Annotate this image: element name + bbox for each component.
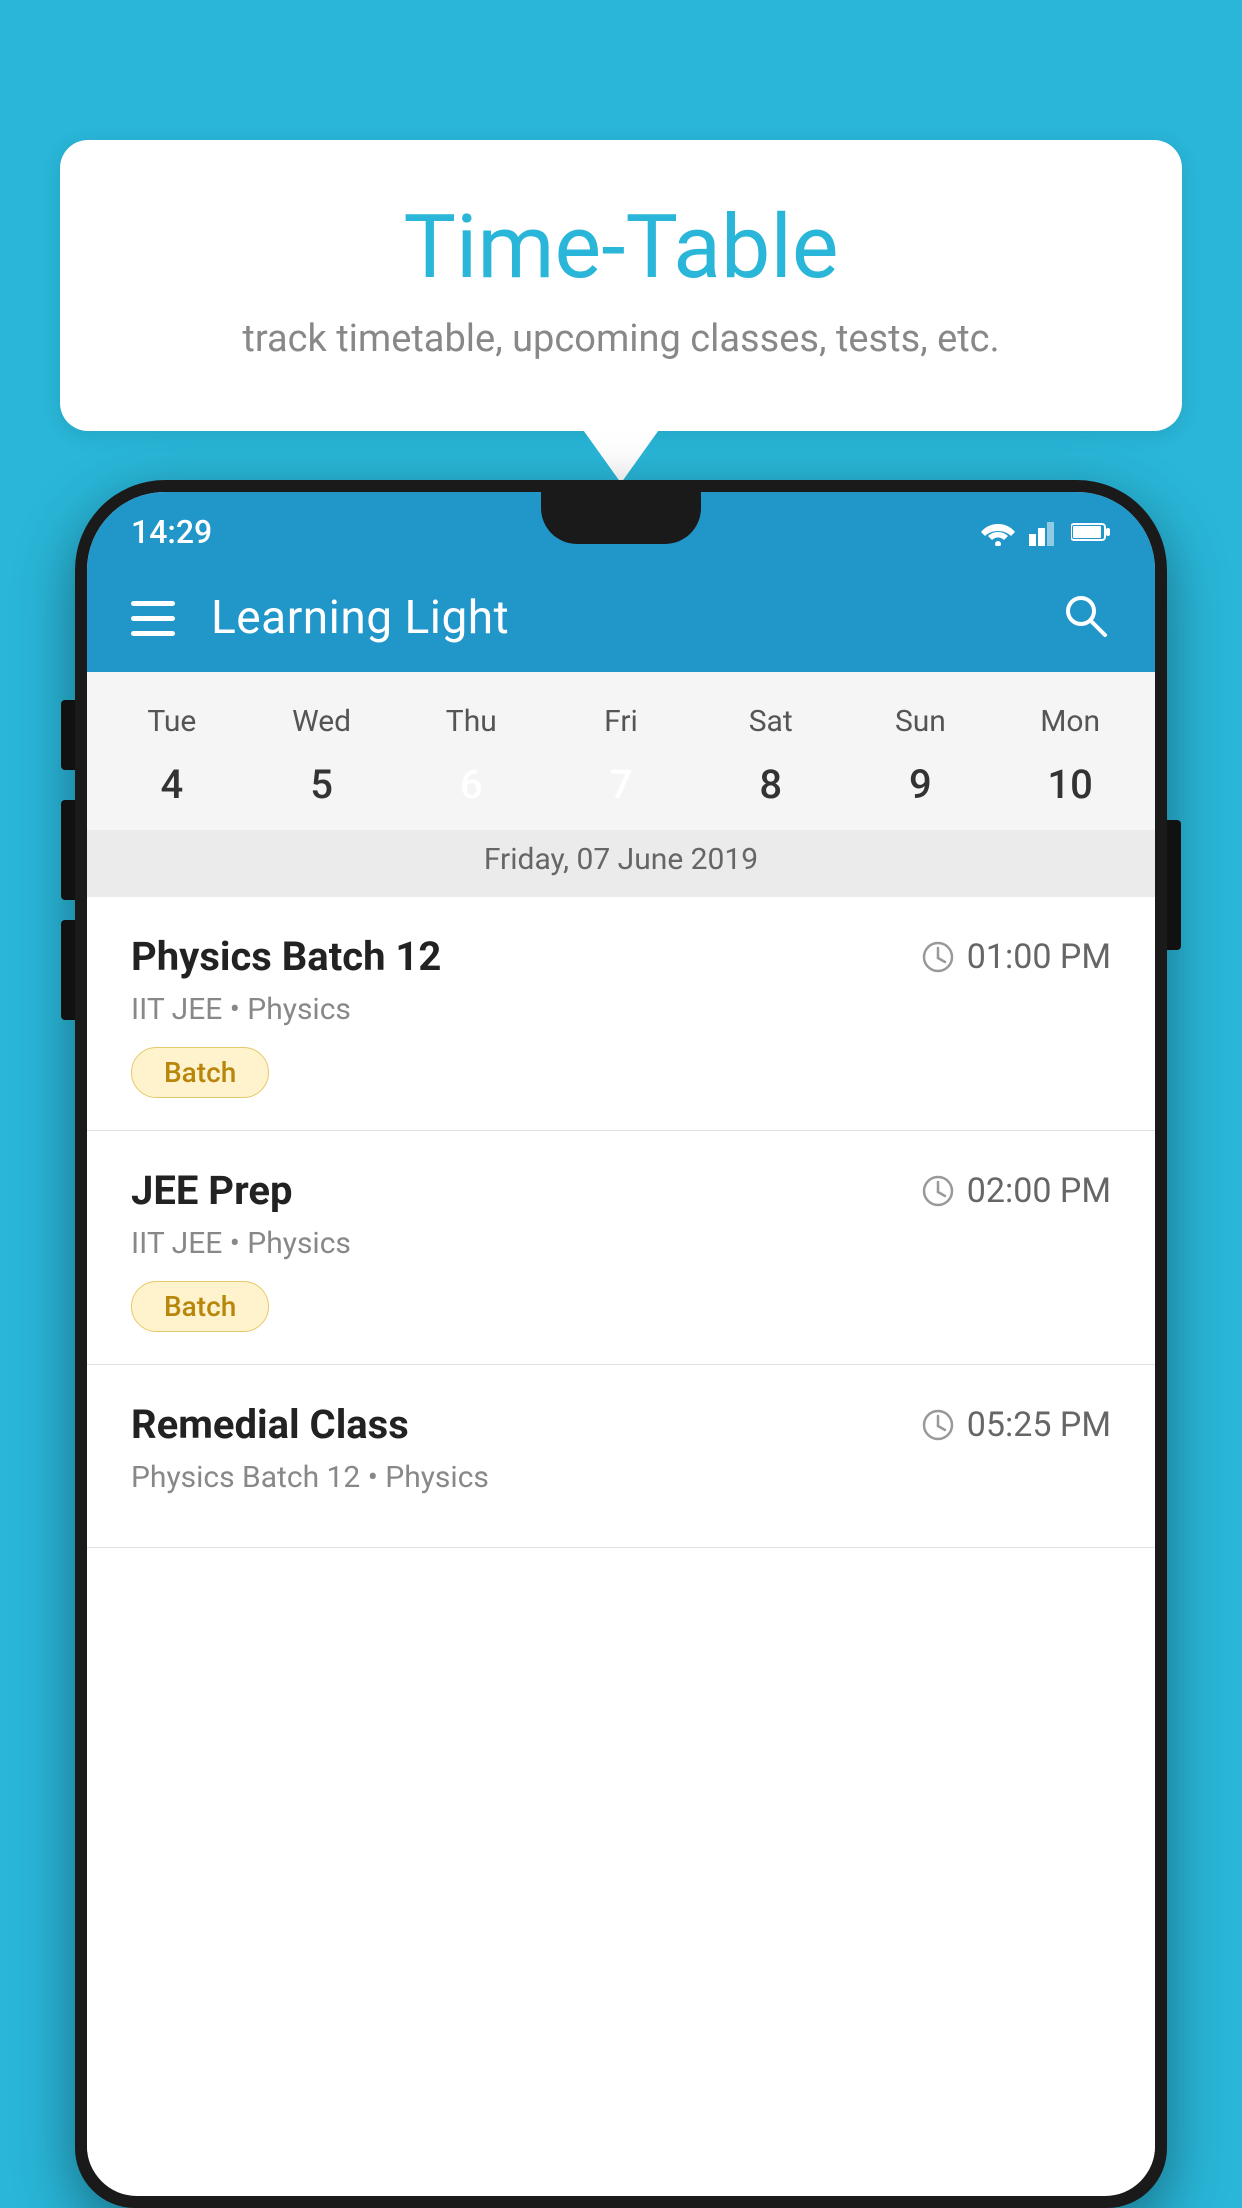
phone-notch — [541, 492, 701, 544]
batch-badge-2: Batch — [131, 1281, 269, 1332]
day-4[interactable]: 4 — [97, 751, 247, 818]
day-label-sat: Sat — [696, 692, 846, 751]
schedule-item-2-header: JEE Prep 02:00 PM — [131, 1167, 1111, 1214]
phone-volume-up-btn — [61, 700, 75, 770]
day-9[interactable]: 9 — [846, 751, 996, 818]
day-10[interactable]: 10 — [995, 751, 1145, 818]
phone-volume-down-btn — [61, 800, 75, 900]
schedule-item-2[interactable]: JEE Prep 02:00 PM IIT JEE • Physics Batc… — [87, 1131, 1155, 1365]
hamburger-menu-button[interactable] — [131, 601, 175, 636]
signal-icon — [1029, 518, 1059, 546]
schedule-time-2: 02:00 PM — [921, 1171, 1111, 1211]
schedule-subtitle-3: Physics Batch 12 • Physics — [131, 1460, 1111, 1495]
schedule-item-3[interactable]: Remedial Class 05:25 PM Physics Batch 12… — [87, 1365, 1155, 1548]
battery-icon — [1071, 522, 1111, 542]
calendar-header: Tue Wed Thu Fri Sat Sun Mon 4 5 6 7 8 9 … — [87, 672, 1155, 897]
schedule-time-text-1: 01:00 PM — [967, 937, 1111, 977]
phone-power-btn — [1167, 820, 1181, 950]
schedule-time-text-2: 02:00 PM — [967, 1171, 1111, 1211]
bubble-subtitle: track timetable, upcoming classes, tests… — [140, 317, 1102, 361]
clock-icon-1 — [921, 940, 955, 974]
selected-date-label: Friday, 07 June 2019 — [87, 830, 1155, 897]
schedule-item-1[interactable]: Physics Batch 12 01:00 PM IIT JEE • Phys… — [87, 897, 1155, 1131]
schedule-time-text-3: 05:25 PM — [967, 1405, 1111, 1445]
phone-screen: 14:29 — [87, 492, 1155, 2196]
phone-silent-btn — [61, 920, 75, 1020]
schedule-subtitle-1: IIT JEE • Physics — [131, 992, 1111, 1027]
app-title: Learning Light — [211, 591, 1025, 645]
clock-icon-2 — [921, 1174, 955, 1208]
day-labels: Tue Wed Thu Fri Sat Sun Mon — [87, 692, 1155, 751]
status-time: 14:29 — [131, 505, 212, 551]
status-icons — [979, 510, 1111, 546]
schedule-container: Physics Batch 12 01:00 PM IIT JEE • Phys… — [87, 897, 1155, 2171]
day-8[interactable]: 8 — [696, 751, 846, 818]
day-label-wed: Wed — [247, 692, 397, 751]
batch-badge-1: Batch — [131, 1047, 269, 1098]
day-label-mon: Mon — [995, 692, 1145, 751]
day-numbers: 4 5 6 7 8 9 10 — [87, 751, 1155, 830]
speech-bubble-section: Time-Table track timetable, upcoming cla… — [60, 140, 1182, 431]
schedule-time-1: 01:00 PM — [921, 937, 1111, 977]
schedule-item-3-header: Remedial Class 05:25 PM — [131, 1401, 1111, 1448]
schedule-item-1-header: Physics Batch 12 01:00 PM — [131, 933, 1111, 980]
day-label-tue: Tue — [97, 692, 247, 751]
day-label-sun: Sun — [846, 692, 996, 751]
clock-icon-3 — [921, 1408, 955, 1442]
wifi-icon — [979, 518, 1017, 546]
schedule-subtitle-2: IIT JEE • Physics — [131, 1226, 1111, 1261]
speech-bubble: Time-Table track timetable, upcoming cla… — [60, 140, 1182, 431]
phone-frame: 14:29 — [75, 480, 1167, 2208]
app-bar: Learning Light — [87, 564, 1155, 672]
day-6-today[interactable]: 6 — [396, 751, 546, 818]
schedule-title-2: JEE Prep — [131, 1167, 292, 1214]
schedule-title-1: Physics Batch 12 — [131, 933, 441, 980]
schedule-title-3: Remedial Class — [131, 1401, 409, 1448]
day-label-thu: Thu — [396, 692, 546, 751]
schedule-time-3: 05:25 PM — [921, 1405, 1111, 1445]
day-label-fri: Fri — [546, 692, 696, 751]
day-5[interactable]: 5 — [247, 751, 397, 818]
day-7-selected[interactable]: 7 — [546, 751, 696, 818]
search-button[interactable] — [1061, 591, 1111, 645]
bubble-title: Time-Table — [140, 200, 1102, 297]
